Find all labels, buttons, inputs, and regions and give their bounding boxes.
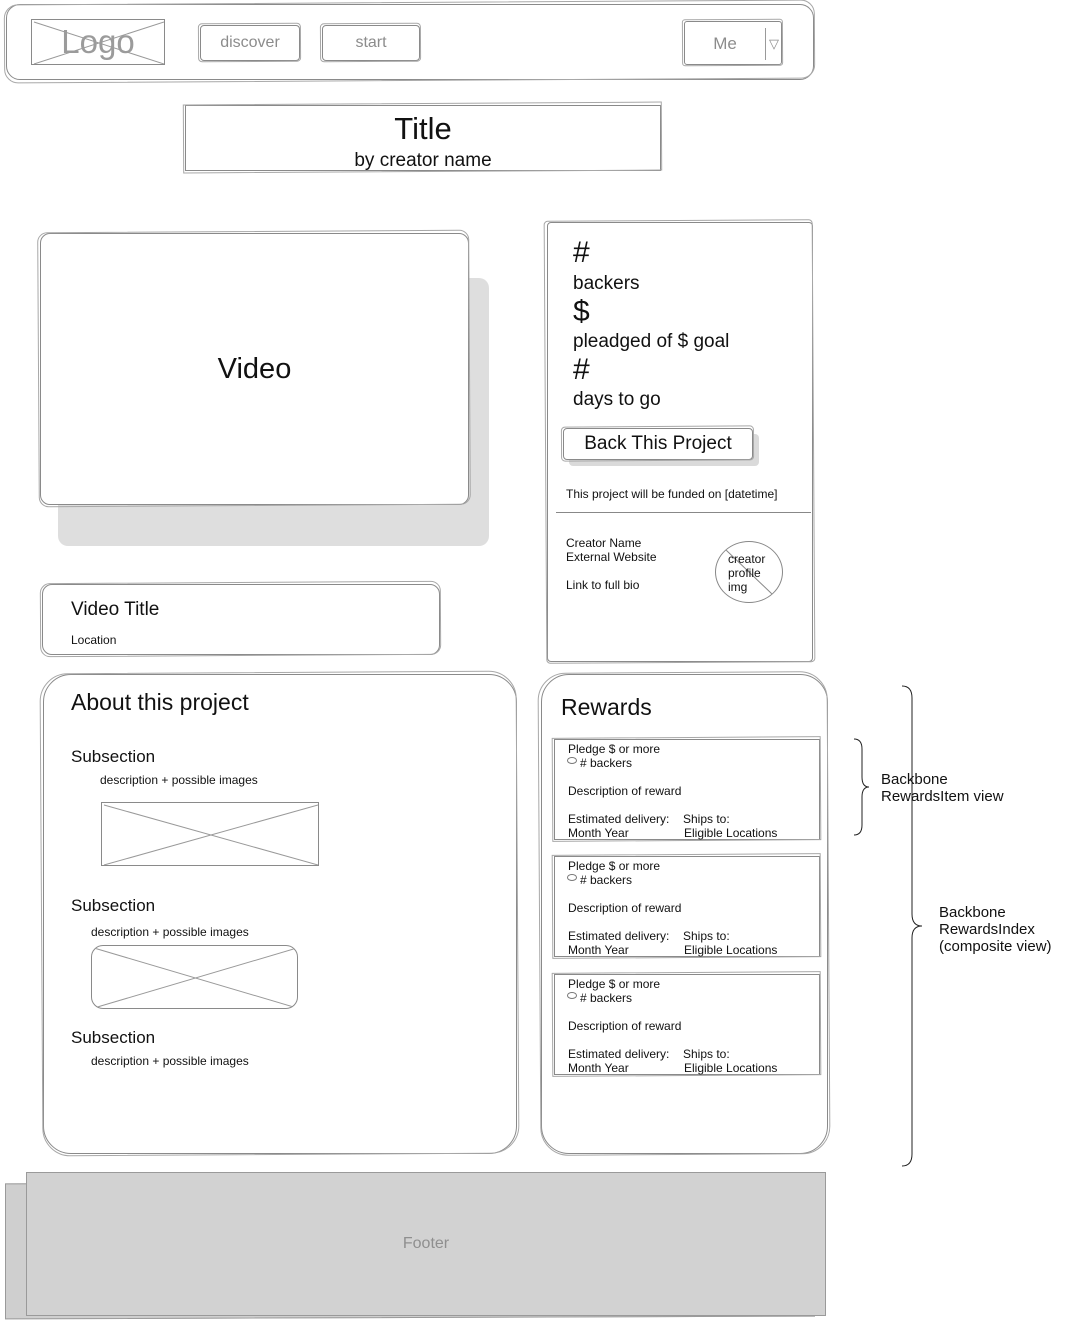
rewards-index-brace: [901, 685, 923, 1167]
logo[interactable]: Logo: [31, 19, 165, 65]
subsection-title: Subsection: [71, 747, 156, 766]
reward-description: Description of reward: [568, 784, 682, 798]
video-title: Video Title: [71, 599, 160, 620]
subsection-description: description + possible images: [91, 1054, 249, 1068]
backers-label: backers: [573, 273, 640, 294]
about-heading: About this project: [71, 689, 249, 715]
reward-description: Description of reward: [568, 901, 682, 915]
rewards-panel: Rewards Pledge $ or more # backers Descr…: [541, 674, 828, 1154]
about-panel: About this project Subsection descriptio…: [43, 674, 517, 1154]
reward-ships-value: Eligible Locations: [684, 826, 778, 840]
footer-label: Footer: [402, 1235, 450, 1252]
reward-backers: # backers: [580, 756, 633, 770]
reward-item[interactable]: Pledge $ or more # backers Description o…: [554, 974, 820, 1075]
avatar-label: creator profile img: [728, 552, 778, 594]
days-count: #: [573, 353, 590, 386]
reward-ships-label: Ships to:: [683, 812, 730, 826]
eye-icon: [567, 757, 577, 764]
subsection-description: description + possible images: [91, 925, 249, 939]
funded-date-note: This project will be funded on [datetime…: [566, 487, 778, 501]
reward-backers: # backers: [580, 991, 633, 1005]
user-menu-label: Me: [713, 34, 737, 53]
reward-item[interactable]: Pledge $ or more # backers Description o…: [554, 739, 820, 840]
backers-count: #: [573, 236, 590, 269]
footer: Footer: [26, 1172, 826, 1316]
reward-description: Description of reward: [568, 1019, 682, 1033]
reward-delivery-label: Estimated delivery:: [568, 1047, 670, 1061]
subsection-title: Subsection: [71, 1028, 156, 1047]
divider: [556, 512, 811, 513]
annotation-line: Backbone: [939, 904, 1006, 921]
rewards-index-annotation: Backbone RewardsIndex (composite view): [939, 904, 1052, 955]
subsection-title: Subsection: [71, 896, 156, 915]
reward-ships-value: Eligible Locations: [684, 1061, 778, 1075]
image-placeholder-icon: [93, 947, 297, 1008]
reward-delivery-value: Month Year: [568, 943, 629, 957]
reward-pledge: Pledge $ or more: [568, 977, 661, 991]
pledged-label: pleadged of $ goal: [573, 331, 730, 352]
reward-ships-value: Eligible Locations: [684, 943, 778, 957]
creator-name: Creator Name: [566, 536, 642, 550]
page-title: Title: [394, 111, 452, 146]
reward-ships-label: Ships to:: [683, 929, 730, 943]
annotation-line: RewardsIndex: [939, 921, 1035, 938]
eye-icon: [567, 874, 577, 881]
full-bio-link[interactable]: Link to full bio: [566, 578, 639, 592]
nav-start-button[interactable]: start: [322, 25, 420, 61]
avatar: creator profile img: [715, 541, 783, 603]
creator-byline: by creator name: [354, 150, 492, 171]
back-project-button[interactable]: Back This Project: [563, 428, 753, 460]
funding-stats-panel: # backers $ pleadged of $ goal # days to…: [547, 222, 813, 662]
nav-discover-button[interactable]: discover: [200, 25, 300, 61]
reward-pledge: Pledge $ or more: [568, 742, 661, 756]
video-info-box: Video Title Location: [42, 584, 440, 655]
reward-delivery-value: Month Year: [568, 1061, 629, 1075]
logo-text: Logo: [61, 23, 135, 60]
eye-icon: [567, 992, 577, 999]
annotation-line: (composite view): [939, 938, 1052, 955]
user-menu-button[interactable]: Me ▽: [684, 21, 782, 65]
reward-delivery-label: Estimated delivery:: [568, 929, 670, 943]
subsection-image: [91, 945, 298, 1009]
pledged-amount: $: [573, 295, 590, 328]
reward-item[interactable]: Pledge $ or more # backers Description o…: [554, 856, 820, 957]
subsection-image: [101, 802, 319, 866]
reward-pledge: Pledge $ or more: [568, 859, 661, 873]
days-label: days to go: [573, 389, 661, 410]
video-player[interactable]: Video: [40, 233, 469, 505]
external-website-link[interactable]: External Website: [566, 550, 657, 564]
rewards-item-brace: [853, 738, 870, 836]
reward-ships-label: Ships to:: [683, 1047, 730, 1061]
video-placeholder-label: Video: [217, 352, 292, 385]
reward-backers: # backers: [580, 873, 633, 887]
subsection-description: description + possible images: [100, 773, 258, 787]
project-title-box: Title by creator name: [185, 105, 661, 171]
rewards-heading: Rewards: [561, 694, 652, 720]
video-location: Location: [71, 633, 117, 647]
image-placeholder-icon: [103, 804, 318, 865]
avatar-label-line-3: img: [728, 580, 748, 594]
reward-delivery-label: Estimated delivery:: [568, 812, 670, 826]
chevron-down-icon: ▽: [765, 28, 782, 60]
reward-delivery-value: Month Year: [568, 826, 629, 840]
avatar-label-line-1: creator: [728, 552, 766, 566]
avatar-label-line-2: profile: [728, 566, 761, 580]
